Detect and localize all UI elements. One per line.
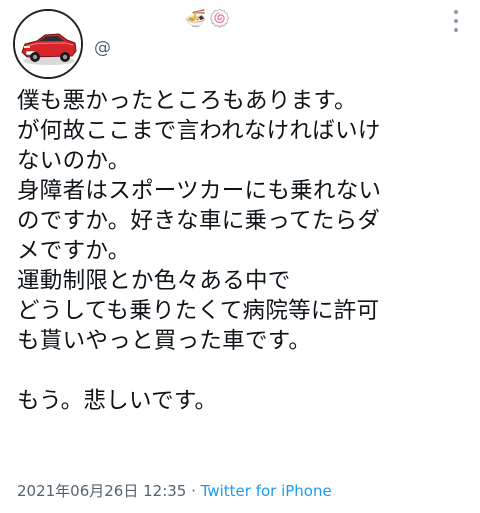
source-link[interactable]: Twitter for iPhone bbox=[201, 482, 332, 500]
menu-dot bbox=[454, 28, 458, 32]
red-sports-car-icon bbox=[15, 11, 81, 77]
tweet-card: 🍜 🍥 @ 僕も悪かったところもあります。 が何故ここまで言われなければいけ な… bbox=[0, 0, 480, 513]
tweet-line: メですか。 bbox=[17, 238, 131, 264]
meta-separator: · bbox=[186, 482, 201, 500]
menu-dot bbox=[454, 10, 458, 14]
tweet-text: 僕も悪かったところもあります。 が何故ここまで言われなければいけ ないのか。 身… bbox=[17, 86, 473, 416]
tweet-line: が何故ここまで言われなければいけ bbox=[17, 118, 381, 144]
tweet-line: のですか。好きな車に乗ってたらダ bbox=[17, 208, 381, 234]
tweet-line: ないのか。 bbox=[17, 148, 131, 174]
user-handle[interactable]: @ bbox=[94, 38, 111, 58]
avatar[interactable] bbox=[13, 9, 83, 79]
timestamp[interactable]: 2021年06月26日 12:35 bbox=[17, 482, 186, 500]
tweet-line: 運動制限とか色々ある中で bbox=[17, 268, 291, 294]
tweet-line: もう。悲しいです。 bbox=[17, 388, 218, 414]
naruto-fishcake-emoji-icon: 🍥 bbox=[209, 9, 231, 29]
ramen-emoji-icon: 🍜 bbox=[185, 9, 207, 29]
tweet-line: どうしても乗りたくて病院等に許可 bbox=[17, 298, 380, 324]
menu-dot bbox=[454, 19, 458, 23]
display-name-row[interactable]: 🍜 🍥 bbox=[185, 6, 231, 32]
tweet-line: 身障者はスポーツカーにも乗れない bbox=[17, 178, 382, 204]
tweet-line: も貰いやっと買った車です。 bbox=[17, 328, 312, 354]
tweet-line: 僕も悪かったところもあります。 bbox=[17, 88, 357, 114]
more-vertical-icon[interactable] bbox=[450, 10, 462, 32]
tweet-meta: 2021年06月26日 12:35 · Twitter for iPhone bbox=[17, 481, 332, 501]
